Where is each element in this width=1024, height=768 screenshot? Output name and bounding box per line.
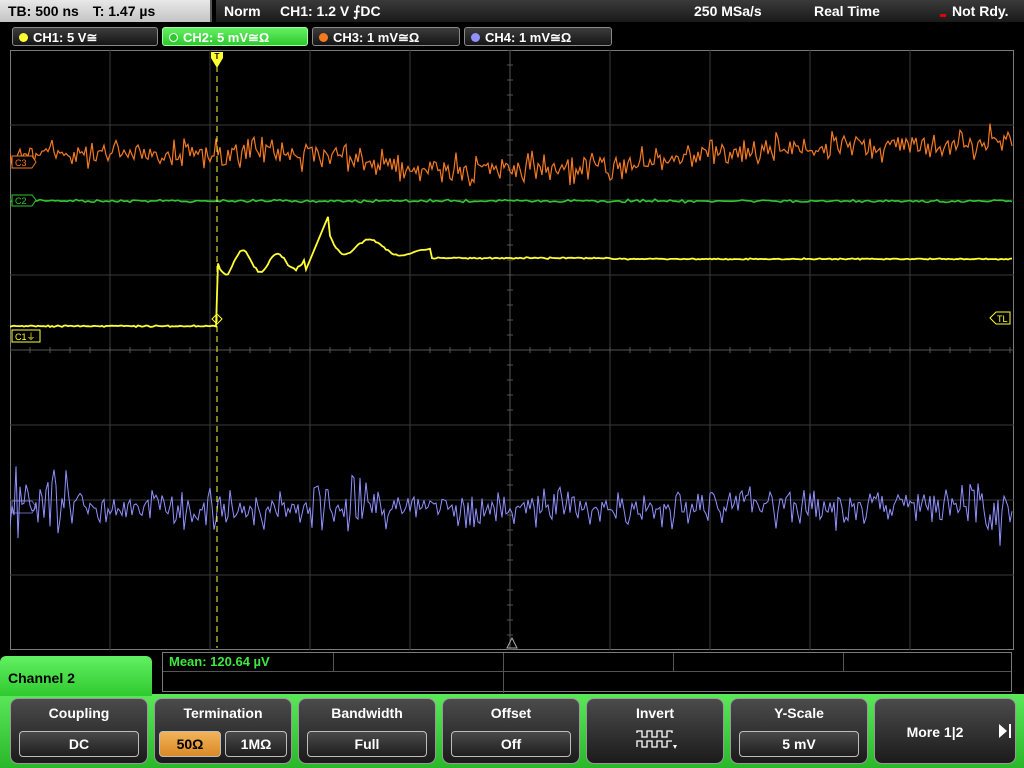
- y-scale-softkey[interactable]: Y-Scale 5 mV: [730, 698, 868, 764]
- y-scale-value: 5 mV: [739, 731, 859, 757]
- invert-softkey[interactable]: Invert: [586, 698, 724, 764]
- y-scale-label: Y-Scale: [774, 705, 824, 721]
- bandwidth-softkey[interactable]: Bandwidth Full: [298, 698, 436, 764]
- acquisition-mode: Real Time: [814, 3, 880, 19]
- mean-measurement: Mean: 120.64 µV: [169, 654, 270, 669]
- channel-1-ground-marker[interactable]: C1⏚: [11, 329, 41, 343]
- measurement-panel: Mean: 120.64 µV: [162, 652, 1012, 693]
- trigger-marker-label: T: [215, 52, 220, 61]
- channel-1-trace: [10, 216, 1013, 329]
- channel-4-label: CH4: 1 mV≅Ω: [485, 30, 572, 45]
- channel-1-marker-label: C1⏚: [15, 332, 36, 342]
- timebase-readout: TB: 500 ns: [8, 3, 79, 19]
- bandwidth-label: Bandwidth: [331, 705, 403, 721]
- more-label: More 1|2: [906, 724, 964, 740]
- status-bar: TB: 500 ns T: 1.47 µs Norm CH1: 1.2 V ⨍D…: [0, 0, 1024, 24]
- waveform-area: T C3 C2 C1⏚ TL: [10, 50, 1014, 650]
- channel-2-label: CH2: 5 mV≅Ω: [183, 30, 270, 45]
- channel-2-color-icon: [169, 33, 178, 42]
- channel-2-marker-label: C2: [15, 196, 27, 206]
- trigger-source[interactable]: CH1: 1.2 V ⨍DC: [280, 0, 381, 22]
- channel-4-trace: [10, 466, 1013, 546]
- measurement-cell[interactable]: [673, 653, 844, 671]
- coupling-label: Coupling: [48, 705, 110, 721]
- termination-label: Termination: [183, 705, 263, 721]
- coupling-value: DC: [19, 731, 139, 757]
- channel-2-marker[interactable]: C2: [11, 194, 37, 207]
- termination-1mohm-option[interactable]: 1MΩ: [225, 731, 287, 757]
- coupling-softkey[interactable]: Coupling DC: [10, 698, 148, 764]
- channel-3-label: CH3: 1 mV≅Ω: [333, 30, 420, 45]
- measurement-row: Mean: 120.64 µV: [163, 653, 1011, 672]
- invert-label: Invert: [635, 705, 675, 721]
- channel-1-tab[interactable]: CH1: 5 V≅: [12, 27, 158, 46]
- next-page-bar-icon: [1009, 724, 1011, 738]
- termination-50ohm-option[interactable]: 50Ω: [159, 731, 221, 757]
- channel-3-marker[interactable]: C3: [11, 155, 37, 169]
- trigger-level-label: TL: [997, 314, 1008, 324]
- trigger-time-readout: T: 1.47 µs: [92, 3, 156, 19]
- offset-softkey[interactable]: Offset Off: [442, 698, 580, 764]
- channel-1-label: CH1: 5 V≅: [33, 30, 98, 45]
- bandwidth-value: Full: [307, 731, 427, 757]
- trigger-level-marker[interactable]: TL: [989, 311, 1011, 325]
- acquisition-state: Not Rdy.: [952, 3, 1009, 19]
- measurement-cell[interactable]: [503, 653, 674, 671]
- offset-value: Off: [451, 731, 571, 757]
- channel-4-tab[interactable]: CH4: 1 mV≅Ω: [464, 27, 612, 46]
- graticule: [10, 50, 1014, 650]
- next-page-icon: [999, 724, 1007, 738]
- measurement-cell-mean[interactable]: Mean: 120.64 µV: [163, 653, 334, 671]
- measurement-cell[interactable]: [333, 653, 504, 671]
- horizontal-reference-icon: [506, 636, 518, 649]
- invert-square-wave-icon: [636, 730, 677, 749]
- channel-2-tab[interactable]: CH2: 5 mV≅Ω: [162, 27, 308, 46]
- more-softkey[interactable]: More 1|2: [874, 698, 1016, 764]
- menu-title: Channel 2: [0, 656, 152, 696]
- trigger-position-marker[interactable]: T: [211, 52, 223, 68]
- status-indicator-icon: [940, 14, 946, 17]
- channel-3-color-icon: [319, 33, 328, 42]
- channel-4-color-icon: [471, 33, 480, 42]
- measurement-divider: [503, 671, 504, 693]
- timebase-box[interactable]: TB: 500 ns T: 1.47 µs: [0, 0, 212, 22]
- trigger-mode[interactable]: Norm: [224, 0, 261, 22]
- channel-1-color-icon: [19, 33, 28, 42]
- channel-3-tab[interactable]: CH3: 1 mV≅Ω: [312, 27, 460, 46]
- channel-3-marker-label: C3: [15, 158, 27, 168]
- offset-label: Offset: [490, 705, 532, 721]
- sample-rate: 250 MSa/s: [694, 3, 762, 19]
- termination-softkey[interactable]: Termination 50Ω 1MΩ: [154, 698, 292, 764]
